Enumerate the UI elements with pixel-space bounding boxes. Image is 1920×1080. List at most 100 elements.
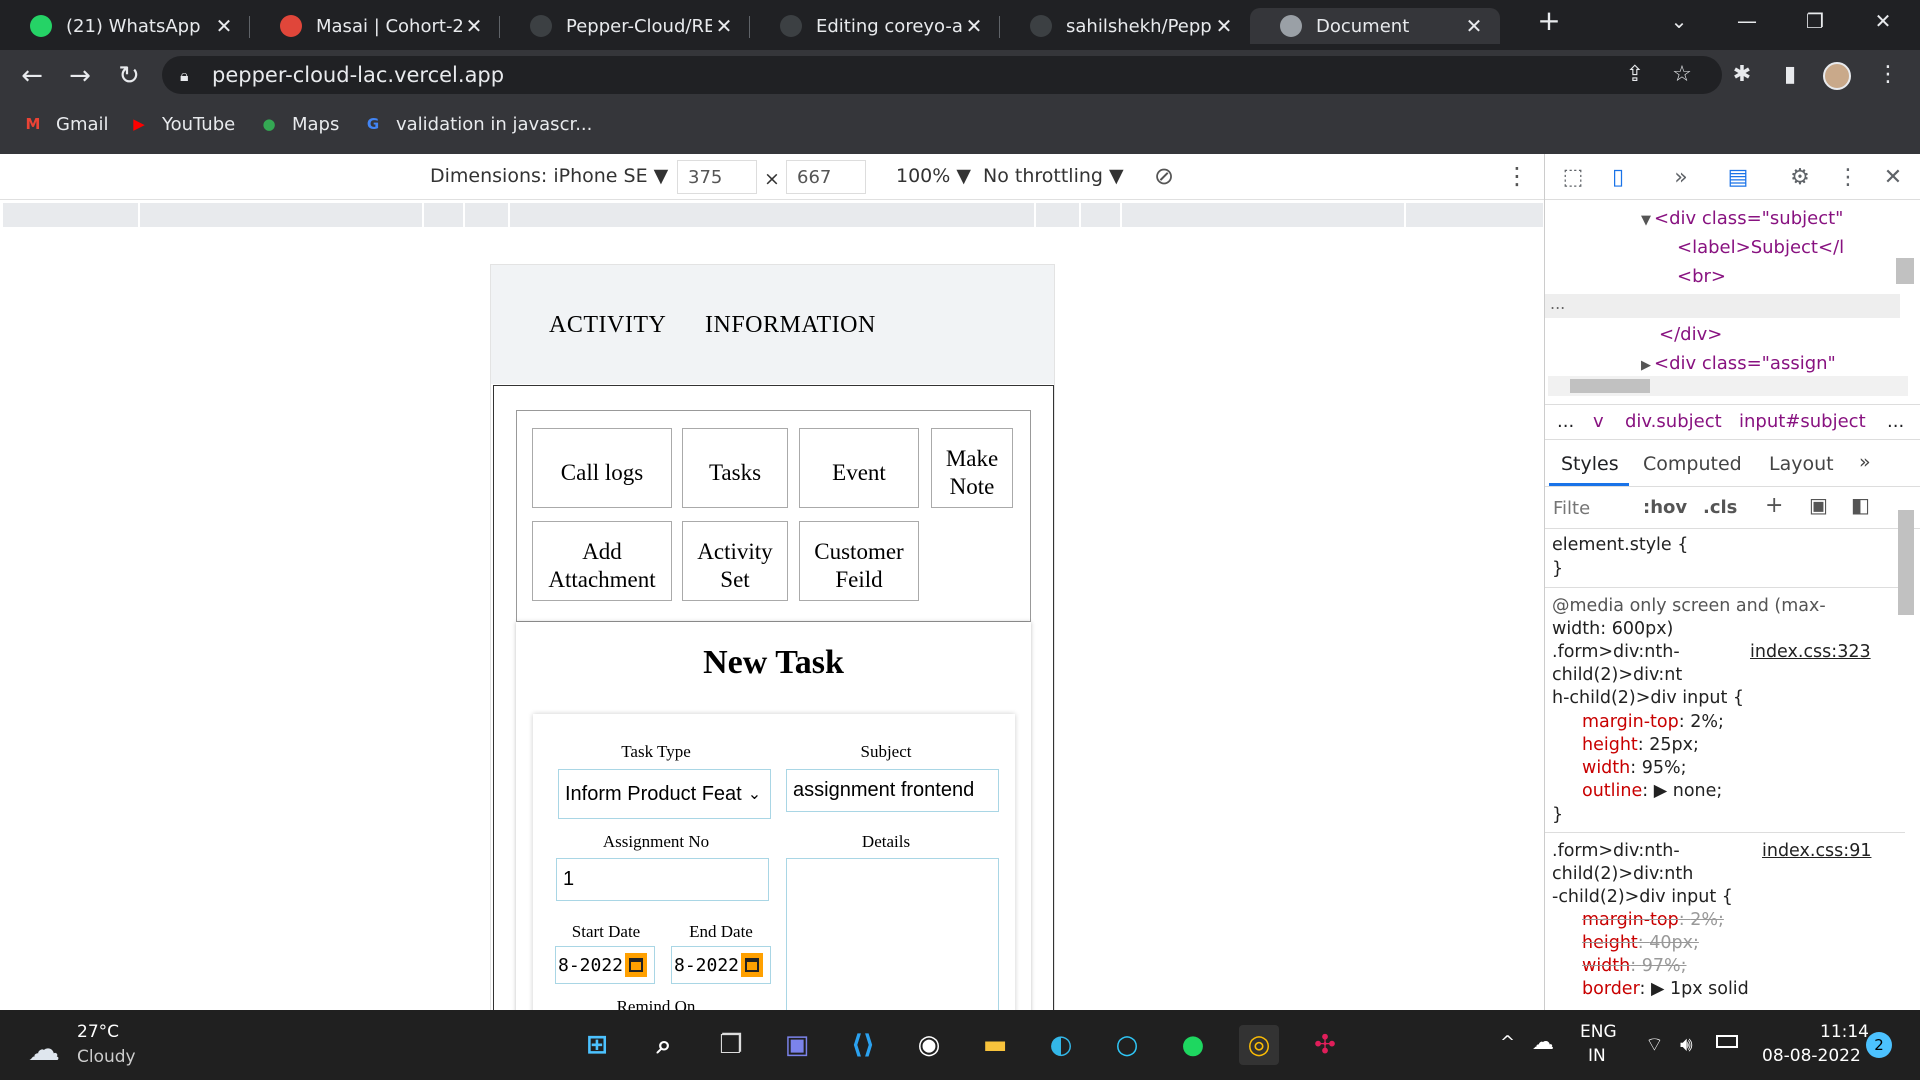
side-panel-icon[interactable]: ▮ [1775, 60, 1805, 90]
chrome-icon[interactable]: ◎ [1239, 1025, 1279, 1065]
lock-icon[interactable]: 🔒︎ [180, 66, 189, 86]
bookmark-item[interactable]: Gvalidation in javascr... [362, 113, 593, 135]
browser-tab[interactable]: Document ✕ [1250, 8, 1500, 44]
tab-more[interactable]: » [1859, 451, 1871, 473]
menu-kebab-icon[interactable]: ⋮ [1873, 60, 1903, 90]
more-tabs-icon[interactable]: » [1666, 163, 1696, 193]
github-desktop-icon[interactable]: ◉ [909, 1025, 949, 1065]
rotate-icon[interactable]: ⊘ [1154, 162, 1174, 190]
tab-computed[interactable]: Computed [1643, 453, 1742, 475]
inspect-element-icon[interactable]: ⬚ [1558, 163, 1588, 193]
bookmark-star-icon[interactable]: ☆ [1667, 60, 1697, 90]
expand-arrow-icon[interactable]: ▼ [1641, 213, 1651, 228]
breadcrumb-input-subject[interactable]: input#subject [1739, 411, 1866, 432]
tray-expand-icon[interactable]: ^ [1500, 1032, 1515, 1053]
language-label[interactable]: ENG [1580, 1022, 1617, 1042]
cls-toggle[interactable]: .cls [1703, 497, 1737, 518]
browser-tab[interactable]: Pepper-Cloud/REA ✕ [500, 8, 750, 44]
event-button[interactable]: Event [799, 428, 919, 508]
cloud-icon[interactable]: ☁ [28, 1030, 60, 1068]
share-icon[interactable]: ⇪ [1620, 60, 1650, 90]
task-type-select[interactable]: Inform Product Feat ⌄ [558, 769, 771, 819]
reload-button[interactable]: ↻ [112, 59, 146, 93]
rule1-prop-width[interactable]: width: 95%; [1582, 757, 1687, 780]
tab-close-icon[interactable]: ✕ [212, 14, 236, 38]
bookmark-item[interactable]: M Gmail [22, 113, 109, 135]
rule2-source-link[interactable]: index.css:91 [1762, 840, 1871, 863]
hov-toggle[interactable]: :hov [1643, 497, 1687, 518]
start-date-input[interactable]: 8-2022 [555, 946, 655, 984]
tab-close-icon[interactable]: ✕ [1212, 14, 1236, 38]
subject-input[interactable]: assignment frontend [786, 769, 999, 812]
search-icon[interactable]: ⌕ [644, 1025, 684, 1065]
device-height-input[interactable]: 667 [786, 160, 866, 194]
dom-node-line[interactable]: <br> [1545, 266, 1915, 288]
rule1-prop-outline[interactable]: outline: ▶ none; [1582, 780, 1722, 803]
vertical-scrollbar-thumb[interactable] [1896, 258, 1914, 284]
weather-desc[interactable]: Cloudy [77, 1047, 136, 1067]
device-toolbar-menu-icon[interactable]: ⋮ [1505, 162, 1529, 190]
minimize-button[interactable]: — [1722, 6, 1772, 36]
new-tab-button[interactable]: + [1524, 6, 1574, 36]
styles-filter-input[interactable] [1553, 495, 1633, 521]
battery-icon[interactable] [1716, 1035, 1738, 1048]
breadcrumb-more[interactable]: ... [1557, 411, 1574, 432]
close-window-button[interactable]: ✕ [1858, 6, 1908, 36]
tray-cloud-icon[interactable]: ☁ [1532, 1030, 1554, 1055]
browser-tab[interactable]: (21) WhatsApp ✕ [0, 8, 250, 44]
tab-search-icon[interactable]: ⌄ [1654, 6, 1704, 36]
profile-avatar[interactable] [1823, 62, 1851, 90]
dom-node-line[interactable]: ▶ <div class="assign" [1545, 353, 1915, 377]
tab-close-icon[interactable]: ✕ [962, 14, 986, 38]
settings-gear-icon[interactable]: ⚙ [1785, 163, 1815, 193]
weather-temp[interactable]: 27°C [77, 1022, 119, 1042]
vscode-icon[interactable]: ⟨⟩ [843, 1025, 883, 1065]
throttling-select[interactable]: No throttling ▼ [983, 165, 1124, 187]
restore-button[interactable]: ❐ [1790, 6, 1840, 36]
volume-icon[interactable]: 🔊︎ [1680, 1032, 1693, 1056]
dom-node-line[interactable]: ▼ <div class="subject" [1545, 208, 1915, 232]
dom-node-line[interactable]: </div> [1545, 324, 1915, 346]
breadcrumb-div-subject[interactable]: div.subject [1625, 411, 1722, 432]
teams-chat-icon[interactable]: ▣ [777, 1025, 817, 1065]
call-logs-button[interactable]: Call logs [532, 428, 672, 508]
rule1-prop-height[interactable]: height: 25px; [1582, 734, 1699, 757]
nav-activity-link[interactable]: ACTIVITY [549, 312, 666, 339]
new-rule-button[interactable]: + [1765, 493, 1783, 518]
tab-close-icon[interactable]: ✕ [1462, 14, 1486, 38]
region-label[interactable]: IN [1588, 1046, 1606, 1066]
clock-date[interactable]: 08-08-2022 [1762, 1046, 1861, 1066]
rule2-prop-margin-top[interactable]: margin-top: 2%; [1582, 909, 1724, 932]
start-windows-icon[interactable]: ⊞ [577, 1025, 617, 1065]
breadcrumb-v[interactable]: v [1593, 411, 1604, 432]
horizontal-scrollbar[interactable] [1548, 376, 1908, 396]
end-date-input[interactable]: 8-2022 [671, 946, 771, 984]
issues-icon[interactable]: ▤ [1723, 163, 1753, 193]
device-width-input[interactable]: 375 [677, 160, 757, 194]
styles-scrollbar-thumb[interactable] [1898, 510, 1914, 615]
details-textarea[interactable] [786, 858, 999, 1010]
calendar-icon[interactable] [625, 953, 648, 977]
rule2-prop-height[interactable]: height: 40px; [1582, 932, 1699, 955]
sidebar-toggle-icon[interactable]: ◧ [1851, 493, 1870, 517]
activity-set-button[interactable]: Activity Set [682, 521, 788, 601]
paint-icon[interactable]: ▣ [1809, 493, 1828, 517]
nav-information-link[interactable]: INFORMATION [705, 312, 876, 339]
rule1-source-link[interactable]: index.css:323 [1750, 641, 1871, 664]
add-attachment-button[interactable]: Add Attachment [532, 521, 672, 601]
calendar-icon[interactable] [741, 953, 764, 977]
make-note-button[interactable]: Make Note [931, 428, 1013, 508]
edge-icon[interactable]: ◐ [1041, 1025, 1081, 1065]
wifi-icon[interactable]: ⌔ [1645, 1032, 1664, 1057]
rule2-prop-border[interactable]: border: ▶ 1px solid [1582, 978, 1749, 1001]
spotify-icon[interactable]: ● [1173, 1025, 1213, 1065]
device-toggle-icon[interactable]: ▯ [1603, 163, 1633, 193]
assignment-no-input[interactable]: 1 [556, 858, 769, 901]
bookmark-item[interactable]: ▶ YouTube [128, 113, 235, 135]
devtools-menu-icon[interactable]: ⋮ [1833, 163, 1863, 193]
customer-feild-button[interactable]: Customer Feild [799, 521, 919, 601]
tasks-button[interactable]: Tasks [682, 428, 788, 508]
rule1-prop-margin-top[interactable]: margin-top: 2%; [1582, 711, 1724, 734]
file-explorer-icon[interactable]: ▬ [975, 1025, 1015, 1065]
rule2-prop-width[interactable]: width: 97%; [1582, 955, 1687, 978]
